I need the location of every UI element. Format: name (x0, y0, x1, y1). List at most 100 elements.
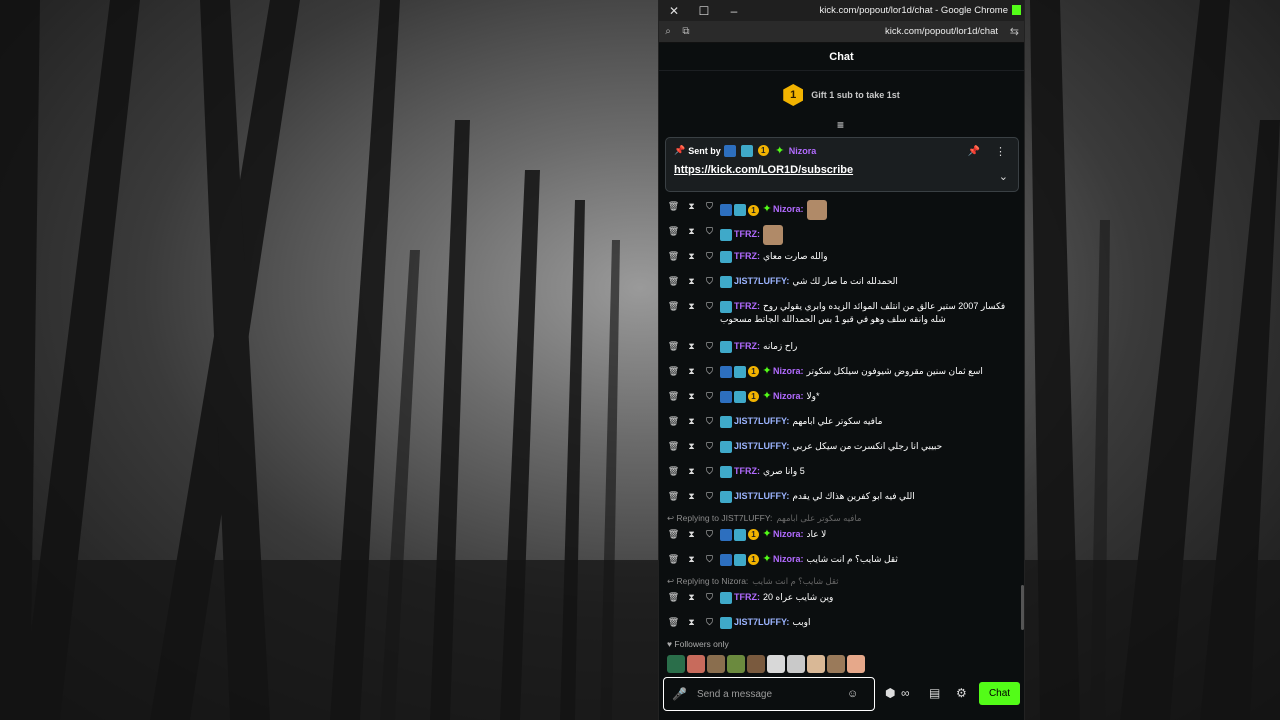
url-text[interactable]: kick.com/popout/lor1d/chat (885, 26, 998, 37)
trash-icon[interactable]: 🗑 (667, 200, 680, 213)
more-icon[interactable]: ⋮ (995, 145, 1006, 158)
shield-icon[interactable]: ⛉ (703, 365, 716, 378)
message-input[interactable] (696, 688, 837, 700)
timeout-icon[interactable]: ⧗ (685, 616, 698, 629)
username[interactable]: JIST7LUFFY: (734, 491, 789, 501)
scroll-to-bottom-icon[interactable]: ≡ (837, 118, 844, 132)
emote-2[interactable] (687, 655, 705, 673)
pinned-username[interactable]: Nizora (789, 146, 817, 156)
pin-icon[interactable]: 📌 (968, 146, 980, 157)
shield-icon[interactable]: ⛉ (703, 275, 716, 288)
shield-icon[interactable]: ⛉ (703, 250, 716, 263)
timeout-icon[interactable]: ⧗ (685, 415, 698, 428)
username[interactable]: TFRZ: (734, 229, 760, 239)
username[interactable]: JIST7LUFFY: (734, 416, 789, 426)
trash-icon[interactable]: 🗑 (667, 490, 680, 503)
trash-icon[interactable]: 🗑 (667, 340, 680, 353)
timeout-icon[interactable]: ⧗ (685, 300, 698, 313)
trash-icon[interactable]: 🗑 (667, 528, 680, 541)
username[interactable]: TFRZ: (734, 592, 760, 602)
scrollbar[interactable] (1021, 585, 1024, 630)
shield-icon[interactable]: ⛉ (703, 591, 716, 604)
trash-icon[interactable]: 🗑 (667, 275, 680, 288)
emote-9[interactable] (827, 655, 845, 673)
timeout-icon[interactable]: ⧗ (685, 365, 698, 378)
trash-icon[interactable]: 🗑 (667, 440, 680, 453)
trash-icon[interactable]: 🗑 (667, 390, 680, 403)
kicks-icon[interactable]: ⬢ (885, 686, 895, 700)
username[interactable]: JIST7LUFFY: (734, 617, 789, 627)
shield-icon[interactable]: ⛉ (703, 300, 716, 313)
message-input-box[interactable]: 🎤 ☺ (663, 677, 875, 711)
page-info-icon[interactable]: ⧉ (677, 26, 695, 37)
pinned-link[interactable]: https://kick.com/LOR1D/subscribe (674, 164, 1010, 176)
username[interactable]: TFRZ: (734, 301, 760, 311)
timeout-icon[interactable]: ⧗ (685, 528, 698, 541)
username[interactable]: JIST7LUFFY: (734, 276, 789, 286)
username[interactable]: Nizora: (773, 366, 804, 376)
emote-5[interactable] (747, 655, 765, 673)
trash-icon[interactable]: 🗑 (667, 591, 680, 604)
timeout-icon[interactable]: ⧗ (685, 340, 698, 353)
shield-icon[interactable]: ⛉ (703, 415, 716, 428)
emote-6[interactable] (767, 655, 785, 673)
mic-icon[interactable]: 🎤 (672, 687, 687, 701)
timeout-icon[interactable]: ⧗ (685, 591, 698, 604)
shield-icon[interactable]: ⛉ (703, 616, 716, 629)
smile-icon[interactable]: ☺ (847, 688, 858, 700)
timeout-icon[interactable]: ⧗ (685, 275, 698, 288)
timeout-icon[interactable]: ⧗ (685, 250, 698, 263)
search-icon[interactable]: ⌕ (659, 26, 677, 37)
send-chat-button[interactable]: Chat (979, 682, 1020, 705)
username[interactable]: TFRZ: (734, 466, 760, 476)
username[interactable]: Nizora: (773, 204, 804, 214)
trash-icon[interactable]: 🗑 (667, 415, 680, 428)
chevron-down-icon[interactable]: ⌄ (999, 170, 1008, 183)
trash-icon[interactable]: 🗑 (667, 616, 680, 629)
timeout-icon[interactable]: ⧗ (685, 465, 698, 478)
username[interactable]: TFRZ: (734, 341, 760, 351)
username[interactable]: Nizora: (773, 554, 804, 564)
trash-icon[interactable]: 🗑 (667, 225, 680, 238)
trash-icon[interactable]: 🗑 (667, 553, 680, 566)
username[interactable]: TFRZ: (734, 251, 760, 261)
timeout-icon[interactable]: ⧗ (685, 440, 698, 453)
emote-4[interactable] (727, 655, 745, 673)
username[interactable]: Nizora: (773, 529, 804, 539)
timeout-icon[interactable]: ⧗ (685, 200, 698, 213)
username[interactable]: JIST7LUFFY: (734, 441, 789, 451)
shield-icon[interactable]: ⛉ (703, 225, 716, 238)
trash-icon[interactable]: 🗑 (667, 365, 680, 378)
timeout-icon[interactable]: ⧗ (685, 390, 698, 403)
reply-context[interactable]: ↩ Replying to Nizora: ثقل شايب؟ م انت شاي… (667, 575, 1019, 588)
emote-3[interactable] (707, 655, 725, 673)
gift-leaderboard[interactable]: 1 Gift 1 sub to take 1st (659, 71, 1024, 119)
trash-icon[interactable]: 🗑 (667, 300, 680, 313)
shield-icon[interactable]: ⛉ (703, 200, 716, 213)
shield-icon[interactable]: ⛉ (703, 465, 716, 478)
reply-context[interactable]: ↩ Replying to JIST7LUFFY: مافيه سكوتر على… (667, 512, 1019, 525)
timeout-icon[interactable]: ⧗ (685, 553, 698, 566)
emote-8[interactable] (807, 655, 825, 673)
shield-icon[interactable]: ⛉ (703, 528, 716, 541)
emote-10[interactable] (847, 655, 865, 673)
settings-icon[interactable]: ⚙ (956, 686, 967, 700)
shield-icon[interactable]: ⛉ (703, 440, 716, 453)
timeout-icon[interactable]: ⧗ (685, 490, 698, 503)
tune-icon[interactable]: ⇆ (1010, 25, 1019, 38)
close-icon[interactable]: ✕ (659, 0, 689, 21)
shield-icon[interactable]: ⛉ (703, 490, 716, 503)
shield-icon[interactable]: ⛉ (703, 553, 716, 566)
minimize-icon[interactable]: – (719, 0, 749, 21)
infinity-icon[interactable]: ∞ (901, 686, 910, 700)
shield-icon[interactable]: ⛉ (703, 340, 716, 353)
timeout-icon[interactable]: ⧗ (685, 225, 698, 238)
shield-icon[interactable]: ⛉ (703, 390, 716, 403)
emote-1[interactable] (667, 655, 685, 673)
trash-icon[interactable]: 🗑 (667, 465, 680, 478)
emote-7[interactable] (787, 655, 805, 673)
store-icon[interactable]: ▤ (929, 686, 940, 700)
maximize-icon[interactable]: ☐ (689, 0, 719, 21)
username[interactable]: Nizora: (773, 391, 804, 401)
trash-icon[interactable]: 🗑 (667, 250, 680, 263)
